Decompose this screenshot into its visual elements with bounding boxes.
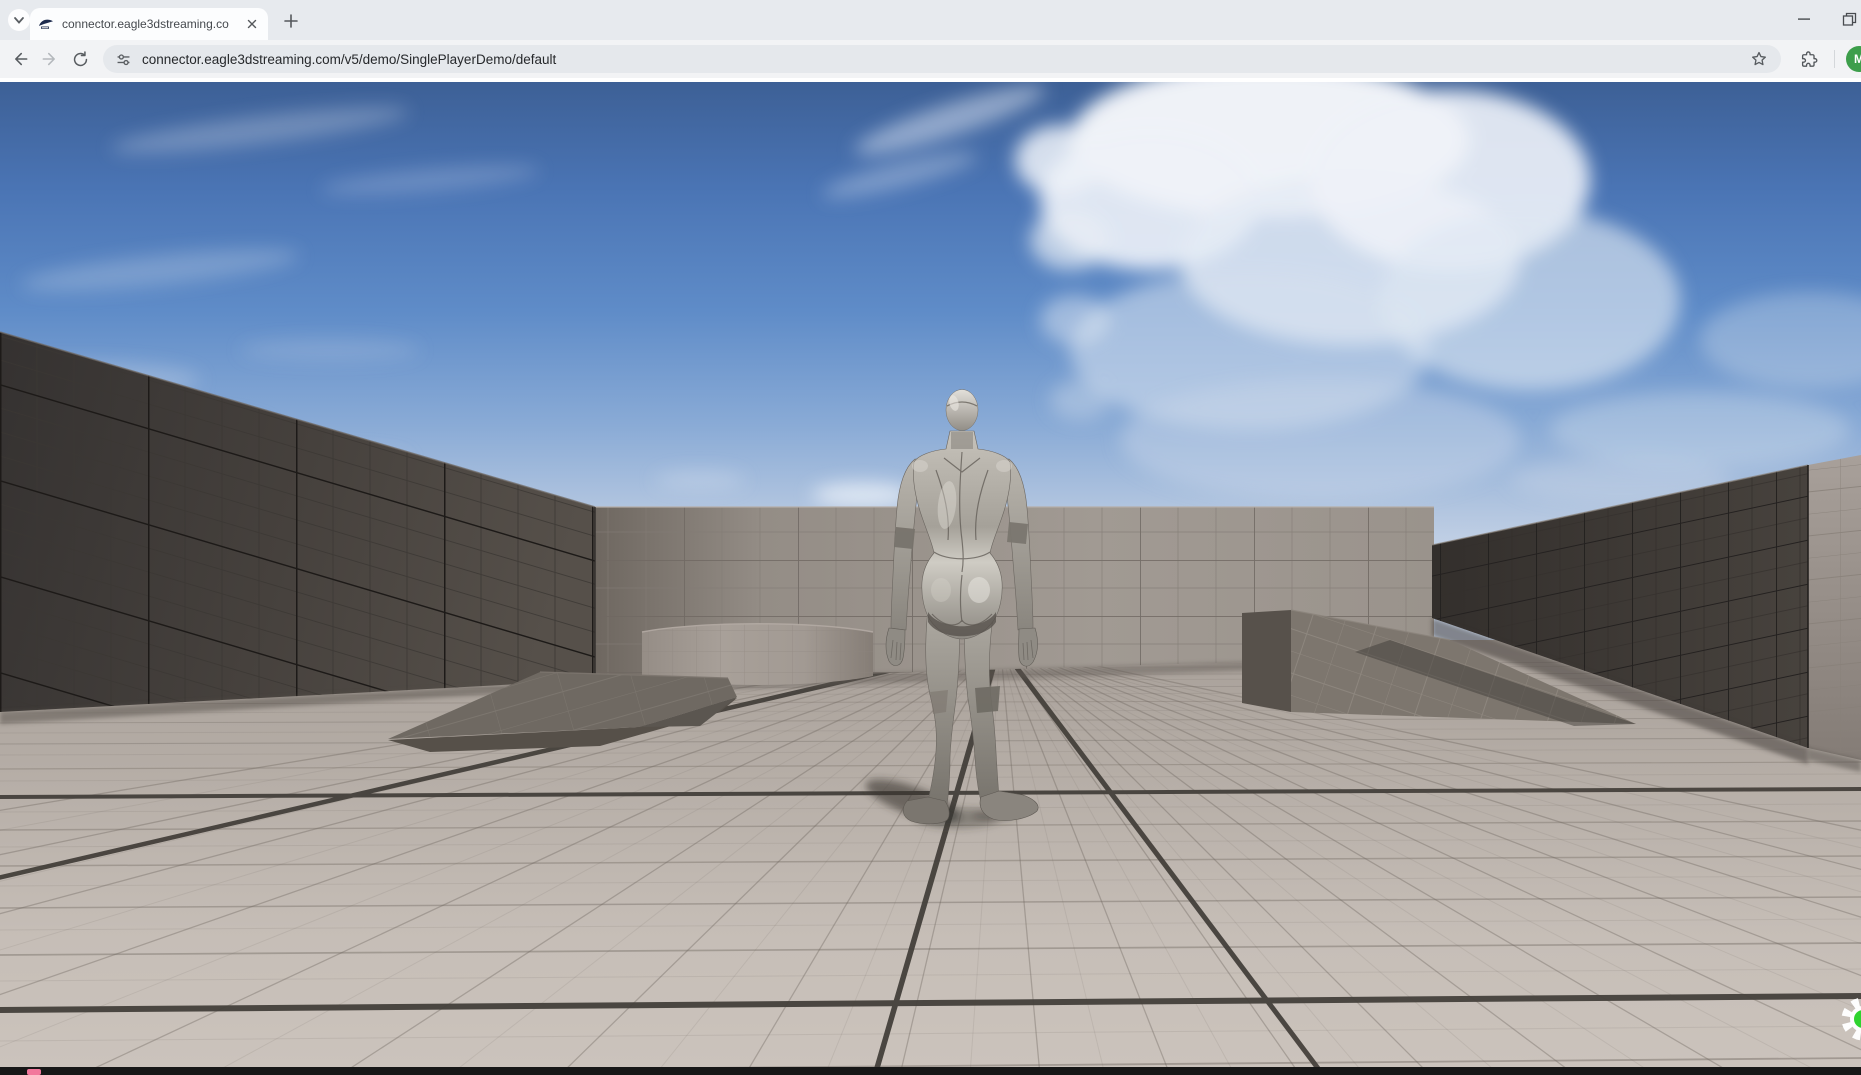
tab-active[interactable]: connector.eagle3dstreaming.co bbox=[30, 8, 268, 40]
window-minimize-button[interactable] bbox=[1789, 6, 1819, 32]
reload-icon bbox=[71, 50, 90, 69]
reload-button[interactable] bbox=[66, 45, 94, 73]
bookmark-star-icon[interactable] bbox=[1749, 49, 1769, 69]
tab-close-button[interactable] bbox=[244, 16, 260, 32]
back-button[interactable] bbox=[6, 45, 34, 73]
eagle3d-favicon-icon bbox=[38, 16, 54, 32]
browser-window: connector.eagle3dstreaming.co bbox=[0, 0, 1861, 1075]
chevron-down-icon bbox=[13, 14, 25, 26]
stream-viewport[interactable] bbox=[0, 82, 1861, 1075]
character-head bbox=[946, 390, 978, 431]
url-text: connector.eagle3dstreaming.com/v5/demo/S… bbox=[142, 52, 1749, 67]
window-restore-button[interactable] bbox=[1834, 6, 1861, 32]
bottom-bar-pink-fragment bbox=[27, 1069, 41, 1075]
browser-toolbar: connector.eagle3dstreaming.com/v5/demo/S… bbox=[0, 40, 1861, 78]
extensions-puzzle-icon bbox=[1800, 50, 1819, 69]
plus-icon bbox=[284, 14, 298, 28]
tab-strip: connector.eagle3dstreaming.co bbox=[0, 0, 1861, 40]
arrow-left-icon bbox=[10, 49, 30, 69]
forward-button[interactable] bbox=[36, 45, 64, 73]
address-bar[interactable]: connector.eagle3dstreaming.com/v5/demo/S… bbox=[103, 45, 1781, 73]
profile-avatar[interactable]: M bbox=[1846, 46, 1861, 72]
site-settings-tune-icon bbox=[115, 51, 132, 68]
restore-icon bbox=[1842, 12, 1857, 27]
close-icon bbox=[247, 19, 257, 29]
minimize-icon bbox=[1797, 12, 1811, 26]
arrow-right-icon bbox=[40, 49, 60, 69]
avatar-initial: M bbox=[1854, 52, 1861, 66]
new-tab-button[interactable] bbox=[281, 11, 301, 31]
tab-search-button[interactable] bbox=[8, 9, 30, 31]
tab-title: connector.eagle3dstreaming.co bbox=[62, 17, 234, 31]
bottom-bar bbox=[0, 1067, 1861, 1075]
extensions-button[interactable] bbox=[1795, 45, 1823, 73]
scene-3d bbox=[0, 82, 1861, 1075]
toolbar-separator bbox=[1834, 50, 1835, 68]
